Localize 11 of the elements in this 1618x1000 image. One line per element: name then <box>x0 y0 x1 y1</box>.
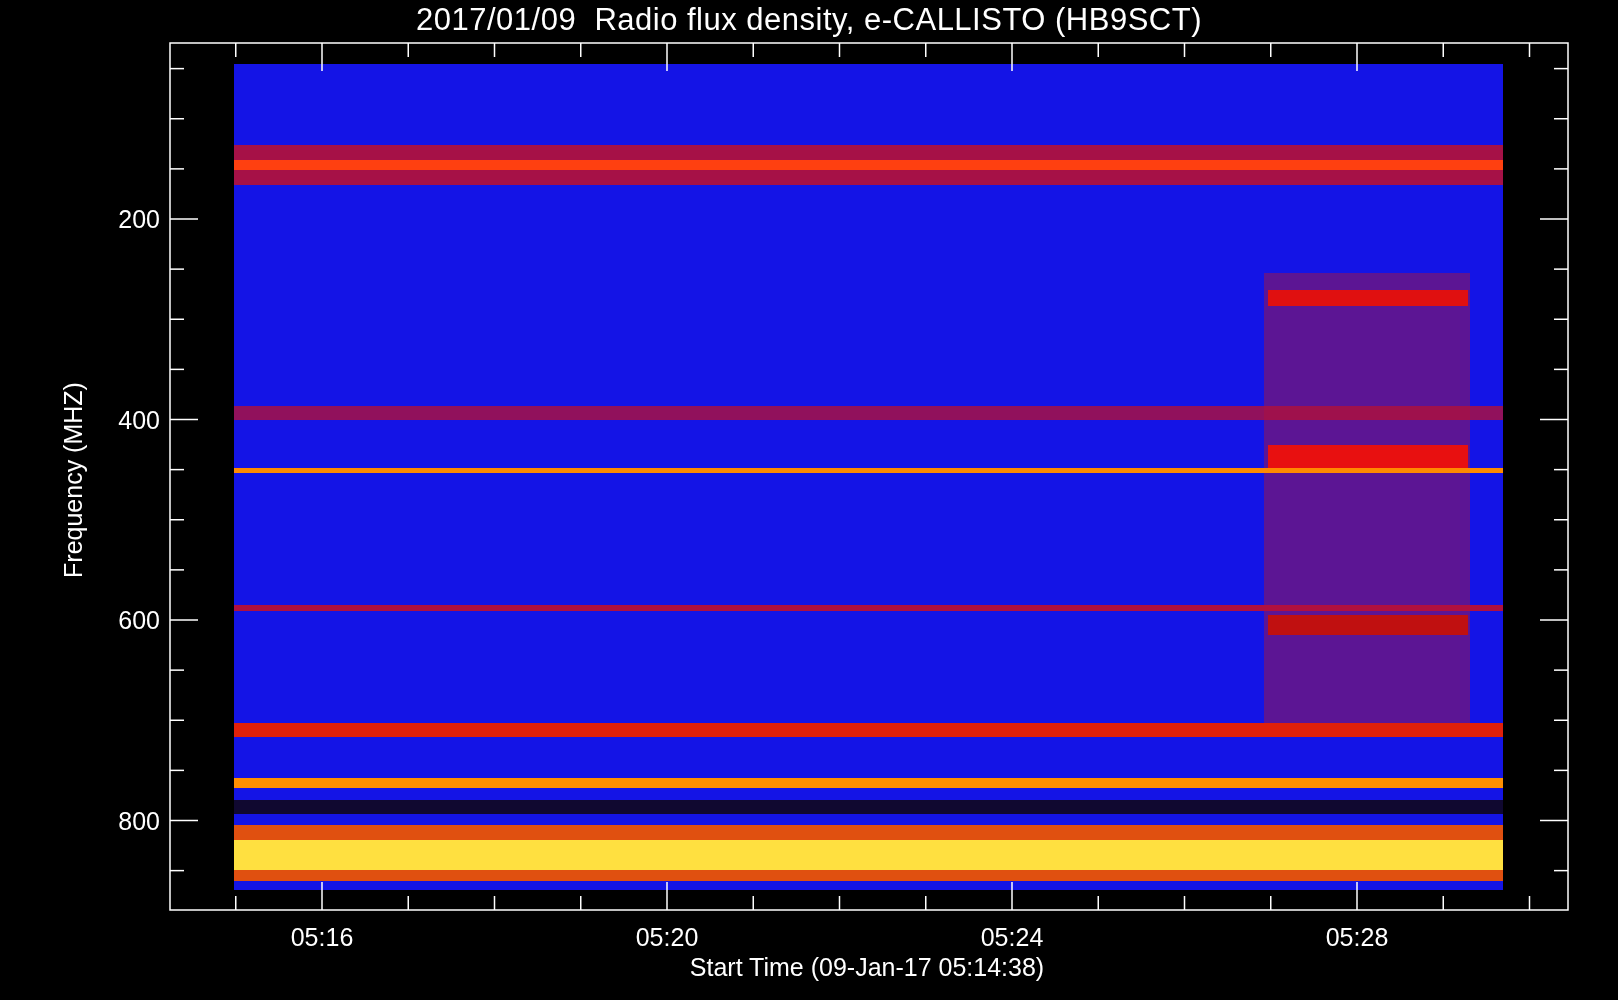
chart-title: 2017/01/09 Radio flux density, e-CALLISTO (HB9SCT) <box>416 2 1202 38</box>
tick-label: 200 <box>118 205 160 233</box>
tick-label: 05:28 <box>1325 923 1389 951</box>
tick-label: 400 <box>118 405 160 434</box>
tick-label: 05:24 <box>980 923 1044 951</box>
axis-label: Frequency (MHZ) <box>59 382 87 578</box>
tick-label: 05:16 <box>290 923 354 951</box>
tick-label: 800 <box>118 806 160 835</box>
axis-label: Start Time (09-Jan-17 05:14:38) <box>689 953 1045 981</box>
tick-label: 05:20 <box>635 923 699 951</box>
tick-label: 600 <box>118 606 160 634</box>
